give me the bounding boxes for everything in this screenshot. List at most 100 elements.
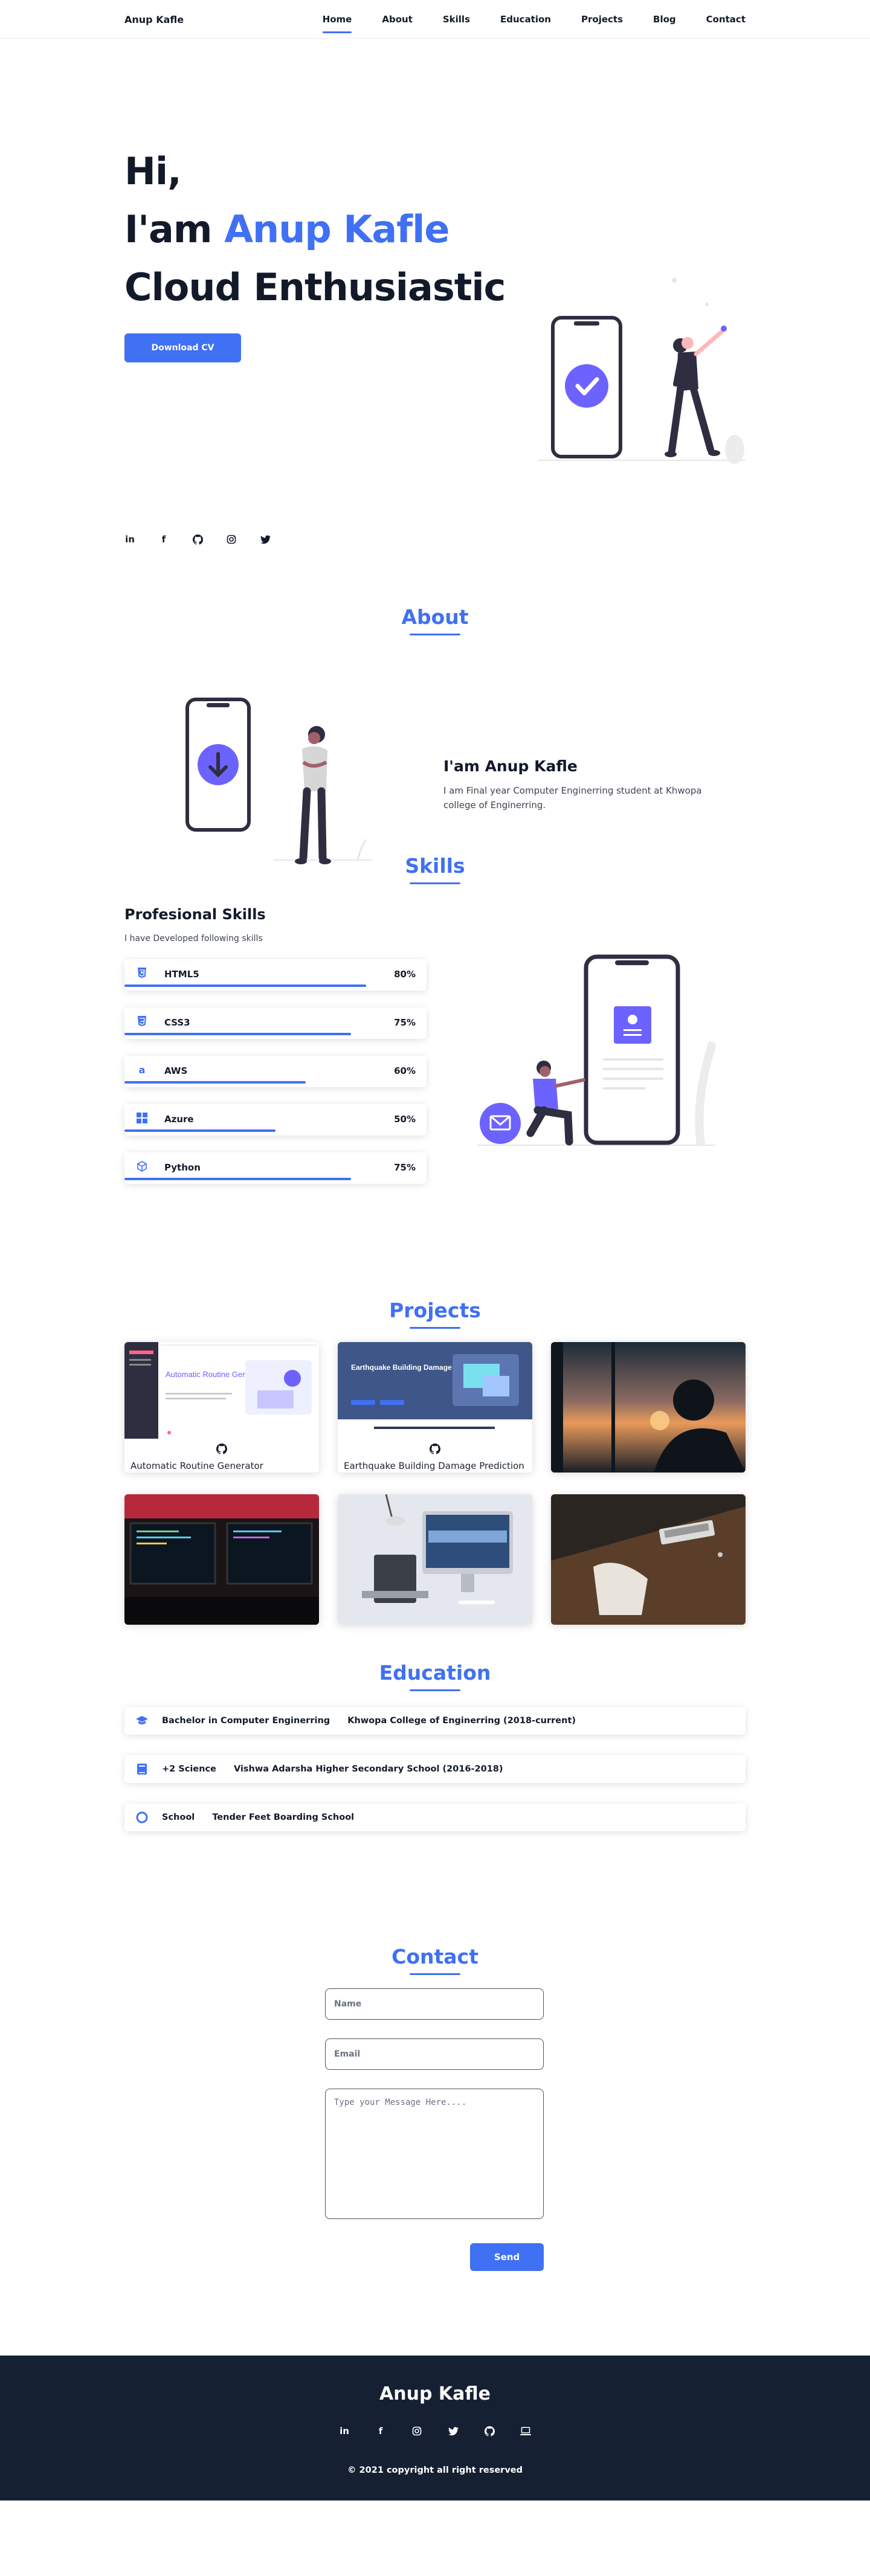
skill-name: CSS3	[164, 1017, 190, 1028]
nav-home[interactable]: Home	[322, 10, 352, 33]
skills-heading: Profesional Skills	[124, 906, 266, 923]
education-degree: +2 Science	[162, 1764, 216, 1774]
education-degree: Bachelor in Computer Enginerring	[162, 1716, 330, 1726]
github-icon[interactable]	[216, 1444, 227, 1457]
education-item: Bachelor in Computer Enginerring Khwopa …	[124, 1707, 746, 1735]
projects-title: Projects	[124, 1299, 746, 1329]
hero-section: Hi, I'am Anup Kafle Cloud Enthusiastic D…	[124, 39, 746, 545]
nav-skills[interactable]: Skills	[443, 10, 470, 28]
project-card[interactable]	[338, 1494, 532, 1625]
nav-projects[interactable]: Projects	[581, 10, 623, 28]
about-title: About	[124, 605, 746, 635]
skills-title: Skills	[124, 854, 746, 884]
skill-name: AWS	[164, 1065, 188, 1076]
project-photo	[551, 1494, 746, 1625]
skill-percent: 75%	[394, 1017, 416, 1028]
skill-item-azure: Azure 50%	[124, 1104, 427, 1135]
twitter-icon[interactable]	[448, 2426, 459, 2436]
education-title: Education	[124, 1661, 746, 1691]
name-input[interactable]: Name	[325, 1988, 544, 2020]
copyright-text: © 2021 copyright all right reserved	[347, 2465, 523, 2475]
project-card[interactable]	[551, 1342, 746, 1473]
site-footer: Anup Kafle in f © 2021 copyright all rig…	[0, 2356, 870, 2501]
education-list: Bachelor in Computer Enginerring Khwopa …	[124, 1707, 746, 1852]
education-item: School Tender Feet Boarding School	[124, 1804, 746, 1831]
projects-grid: Automatic Routine Generator Automatic Ro…	[124, 1342, 746, 1625]
project-card[interactable]	[124, 1494, 319, 1625]
skill-percent: 75%	[394, 1162, 416, 1173]
footer-social-links: in f	[0, 2426, 870, 2436]
nav-about[interactable]: About	[382, 10, 413, 28]
about-section: About I'am Anup Kafle I am Final year Co…	[124, 516, 746, 864]
about-text: I'am Anup Kafle I am Final year Computer…	[443, 757, 733, 812]
footer-name: Anup Kafle	[379, 2383, 491, 2404]
skill-progress-bar	[124, 1178, 351, 1180]
about-body: I am Final year Computer Enginerring stu…	[443, 785, 702, 811]
skill-progress-bar	[124, 1033, 351, 1035]
skill-percent: 50%	[394, 1114, 416, 1125]
download-cv-button[interactable]: Download CV	[124, 333, 241, 362]
check-icon	[565, 364, 608, 408]
separator	[337, 1716, 340, 1726]
python-icon	[135, 1160, 149, 1173]
education-section: Education Bachelor in Computer Enginerri…	[124, 1661, 746, 1945]
about-heading: I'am Anup Kafle	[443, 757, 578, 775]
nav-contact[interactable]: Contact	[706, 10, 746, 28]
contact-form: Name Email Type your Message Here.... Se…	[325, 1988, 544, 2271]
education-school: Khwopa College of Enginerring (2018-curr…	[347, 1716, 576, 1726]
skill-item-python: Python 75%	[124, 1152, 427, 1184]
separator	[224, 1764, 227, 1774]
hero-line-1: Hi,	[124, 149, 182, 193]
hero-line-3: Cloud Enthusiastic	[124, 265, 506, 309]
linkedin-icon[interactable]: in	[339, 2426, 350, 2436]
facebook-icon[interactable]: f	[375, 2426, 386, 2436]
hero-text: Hi, I'am Anup Kafle Cloud Enthusiastic D…	[124, 143, 506, 362]
skills-section: Skills Profesional Skills I have Develop…	[124, 854, 746, 1299]
azure-icon	[135, 1111, 149, 1125]
laptop-icon[interactable]	[520, 2426, 531, 2436]
site-logo[interactable]: Anup Kafle	[124, 14, 184, 25]
project-card[interactable]	[551, 1494, 746, 1625]
circle-icon	[135, 1811, 149, 1824]
envelope-icon	[480, 1103, 521, 1144]
send-button[interactable]: Send	[470, 2243, 544, 2271]
skill-percent: 60%	[394, 1065, 416, 1076]
project-card[interactable]: Earthquake Building Damage Prediction Ea…	[338, 1342, 532, 1473]
css3-icon	[135, 1015, 149, 1028]
email-input[interactable]: Email	[325, 2038, 544, 2070]
education-school: Vishwa Adarsha Higher Secondary School (…	[233, 1764, 503, 1774]
main-nav: Home About Skills Education Projects Blo…	[292, 10, 746, 33]
instagram-icon[interactable]	[411, 2426, 422, 2436]
hero-illustration	[538, 278, 746, 464]
skill-progress-bar	[124, 1129, 276, 1132]
separator	[202, 1813, 205, 1822]
project-caption: Automatic Routine Generator	[130, 1460, 263, 1471]
github-icon[interactable]	[430, 1444, 440, 1457]
graduation-cap-icon	[135, 1714, 149, 1727]
nav-education[interactable]: Education	[500, 10, 551, 28]
skills-illustration	[477, 954, 715, 1146]
projects-section: Projects Automatic Routine Generator Aut…	[124, 1299, 746, 1661]
project-preview-image: Automatic Routine Generator	[124, 1342, 319, 1439]
hero-line-2-prefix: I'am	[124, 207, 225, 251]
education-school: Tender Feet Boarding School	[212, 1813, 355, 1822]
skill-item-html5: HTML5 80%	[124, 959, 427, 991]
contact-title: Contact	[124, 1945, 746, 1975]
project-preview-image: Earthquake Building Damage Prediction	[338, 1342, 532, 1439]
message-textarea[interactable]: Type your Message Here....	[325, 2089, 544, 2219]
project-card[interactable]: Automatic Routine Generator Automatic Ro…	[124, 1342, 319, 1473]
skill-name: Python	[164, 1162, 201, 1173]
github-icon[interactable]	[484, 2426, 495, 2436]
site-header: Anup Kafle Home About Skills Education P…	[0, 0, 870, 39]
skill-item-aws: a AWS 60%	[124, 1056, 427, 1087]
education-degree: School	[162, 1813, 195, 1822]
skills-list: Profesional Skills I have Developed foll…	[124, 906, 427, 1184]
html5-icon	[135, 966, 149, 980]
skill-progress-bar	[124, 1081, 306, 1084]
nav-blog[interactable]: Blog	[653, 10, 676, 28]
project-photo	[551, 1342, 746, 1473]
skill-name: HTML5	[164, 969, 199, 980]
aws-icon: a	[138, 1064, 146, 1076]
project-photo	[338, 1494, 532, 1625]
book-icon	[135, 1762, 149, 1776]
